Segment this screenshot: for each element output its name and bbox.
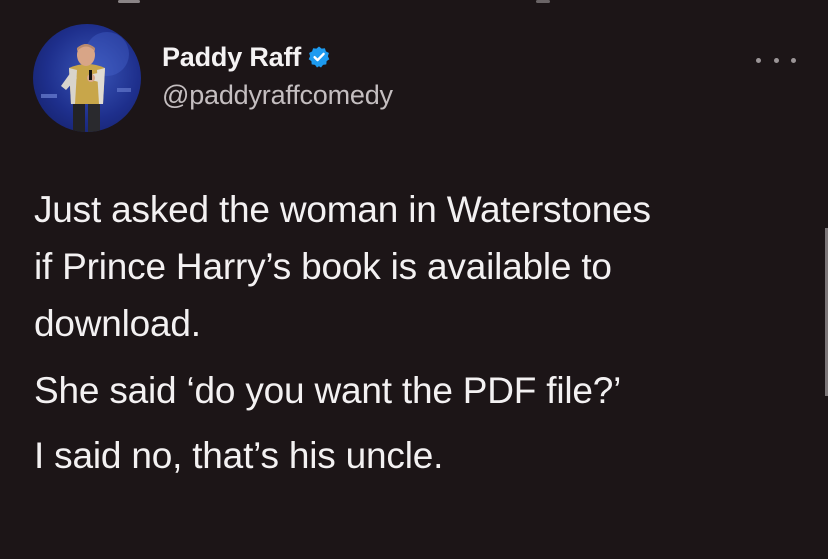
tweet-paragraph: She said ‘do you want the PDF file?’ [34, 362, 824, 419]
tweet-line: Just asked the woman in Waterstones [34, 189, 651, 230]
tweet-line: She said ‘do you want the PDF file?’ [34, 370, 622, 411]
verified-badge-icon [307, 45, 331, 69]
tweet-line: if Prince Harry’s book is available to [34, 246, 612, 287]
author-handle[interactable]: @paddyraffcomedy [162, 80, 393, 111]
tweet-paragraph: Just asked the woman in Waterstones if P… [34, 181, 824, 352]
avatar[interactable] [33, 24, 141, 132]
cropped-top-element [536, 0, 550, 3]
comedian-on-stage-avatar-icon [41, 32, 131, 132]
cropped-top-element [118, 0, 140, 3]
tweet-line: download. [34, 303, 201, 344]
tweet-paragraph: I said no, that’s his uncle. [34, 427, 824, 484]
dot [791, 57, 796, 63]
author-name-row: Paddy Raff [162, 40, 393, 74]
tweet-text: Just asked the woman in Waterstones if P… [34, 181, 824, 484]
dot [756, 57, 761, 63]
tweet-card: Paddy Raff @paddyraffcomedy Just asked t… [0, 0, 828, 559]
author-name[interactable]: Paddy Raff [162, 42, 301, 73]
dot [773, 57, 779, 63]
author-info: Paddy Raff @paddyraffcomedy [162, 40, 393, 111]
tweet-line: I said no, that’s his uncle. [34, 435, 444, 476]
more-options-icon[interactable] [756, 50, 796, 70]
